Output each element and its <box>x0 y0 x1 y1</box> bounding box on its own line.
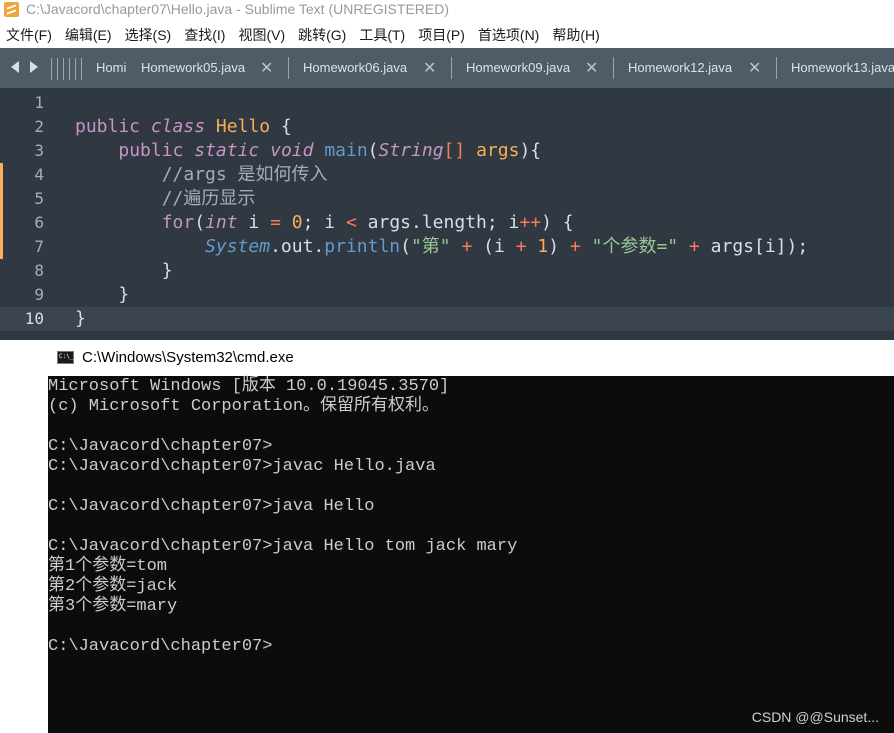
line-number: 9 <box>34 285 44 304</box>
tab-label: Homework05.java <box>141 60 246 75</box>
sublime-title-bar: C:\Javacord\chapter07\Hello.java - Subli… <box>0 0 894 20</box>
code-text: } <box>75 308 86 329</box>
code-line: 4 //args 是如何传入 <box>0 163 894 187</box>
line-number: 4 <box>34 165 44 184</box>
code-text: //args 是如何传入 <box>161 164 328 185</box>
code-line: 8 } <box>0 259 894 283</box>
terminal-output[interactable]: Microsoft Windows [版本 10.0.19045.3570] (… <box>48 376 894 733</box>
cmd-title: C:\Windows\System32\cmd.exe <box>82 349 294 366</box>
menu-preferences[interactable]: 首选项(N) <box>472 25 546 45</box>
code-line: 7 System.out.println("第" + (i + 1) + "个参… <box>0 235 894 259</box>
menu-help[interactable]: 帮助(H) <box>546 25 606 45</box>
menu-project[interactable]: 项目(P) <box>412 25 472 45</box>
cmd-window: C:\Windows\System32\cmd.exe Microsoft Wi… <box>48 340 894 733</box>
tab-scroll-left-icon[interactable] <box>11 61 19 73</box>
tab-bar: Homi Homework05.java ✕ Homework06.java ✕… <box>0 48 894 88</box>
menu-goto[interactable]: 跳转(G) <box>292 25 353 45</box>
cmd-title-bar[interactable]: C:\Windows\System32\cmd.exe <box>48 340 894 376</box>
tab-scroll-right-icon[interactable] <box>30 61 38 73</box>
tab-homework13[interactable]: Homework13.java <box>777 48 894 88</box>
terminal-line: 第2个参数=jack <box>48 577 178 596</box>
tab-label: Homework13.java <box>791 60 894 75</box>
tab-homi[interactable]: Homi <box>90 48 130 88</box>
tab-close-icon[interactable]: ✕ <box>585 58 598 77</box>
terminal-line: C:\Javacord\chapter07> <box>48 437 273 456</box>
menu-selection[interactable]: 选择(S) <box>119 25 179 45</box>
code-line: 5 //遍历显示 <box>0 187 894 211</box>
menu-bar: 文件(F) 编辑(E) 选择(S) 查找(I) 视图(V) 跳转(G) 工具(T… <box>0 22 894 48</box>
menu-view[interactable]: 视图(V) <box>232 25 292 45</box>
terminal-prompt: C:\Javacord\chapter07> <box>48 637 273 656</box>
terminal-line: C:\Javacord\chapter07>java Hello <box>48 497 375 516</box>
menu-edit[interactable]: 编辑(E) <box>59 25 119 45</box>
code-text: System.out.println("第" + (i + 1) + "个参数=… <box>205 236 809 257</box>
tab-close-icon[interactable]: ✕ <box>423 58 436 77</box>
window-title: C:\Javacord\chapter07\Hello.java - Subli… <box>26 1 450 17</box>
code-text: for(int i = 0; i < args.length; i++) { <box>161 212 574 233</box>
code-text: } <box>75 284 130 305</box>
menu-tools[interactable]: 工具(T) <box>353 25 412 45</box>
tab-overflow-grip-icon[interactable] <box>51 58 83 80</box>
code-text: //遍历显示 <box>161 188 256 209</box>
cmd-icon <box>57 351 74 364</box>
code-line: 3 public static void main(String[] args)… <box>0 139 894 163</box>
line-number: 2 <box>34 117 44 136</box>
line-number: 6 <box>34 213 44 232</box>
tab-homework06[interactable]: Homework06.java ✕ <box>289 48 451 88</box>
tab-close-icon[interactable]: ✕ <box>748 58 761 77</box>
code-line: 2 public class Hello { <box>0 115 894 139</box>
code-line-current: 10 } <box>0 307 894 331</box>
code-line: 6 for(int i = 0; i < args.length; i++) { <box>0 211 894 235</box>
menu-find[interactable]: 查找(I) <box>178 25 232 45</box>
tab-homework05[interactable]: Homework05.java ✕ <box>130 48 288 88</box>
menu-file[interactable]: 文件(F) <box>0 25 59 45</box>
tab-label: Homework12.java <box>628 60 733 75</box>
code-editor[interactable]: 1 2 public class Hello { 3 public static… <box>0 88 894 340</box>
terminal-line: C:\Javacord\chapter07>java Hello tom jac… <box>48 537 518 556</box>
tab-homework12[interactable]: Homework12.java ✕ <box>614 48 776 88</box>
terminal-line: Microsoft Windows [版本 10.0.19045.3570] <box>48 377 450 396</box>
terminal-line: 第3个参数=mary <box>48 597 178 616</box>
code-text: public class Hello { <box>75 116 292 137</box>
tab-label: Homi <box>96 60 127 75</box>
sublime-logo-icon <box>4 2 19 17</box>
code-line: 9 } <box>0 283 894 307</box>
tab-close-icon[interactable]: ✕ <box>260 58 273 77</box>
line-number: 5 <box>34 189 44 208</box>
tab-homework09[interactable]: Homework09.java ✕ <box>452 48 613 88</box>
line-number: 1 <box>34 93 44 112</box>
tab-label: Homework06.java <box>303 60 408 75</box>
terminal-line: (c) Microsoft Corporation。保留所有权利。 <box>48 397 440 416</box>
line-number: 8 <box>34 261 44 280</box>
terminal-line: 第1个参数=tom <box>48 557 168 576</box>
background-strip <box>0 340 48 733</box>
watermark: CSDN @@Sunset... <box>751 709 879 725</box>
code-line: 1 <box>0 91 894 115</box>
line-number: 10 <box>24 309 44 328</box>
line-number: 3 <box>34 141 44 160</box>
code-text: } <box>75 260 173 281</box>
tab-label: Homework09.java <box>466 60 571 75</box>
terminal-line: C:\Javacord\chapter07>javac Hello.java <box>48 457 436 476</box>
code-text: public static void main(String[] args){ <box>118 140 542 161</box>
line-number: 7 <box>34 237 44 256</box>
